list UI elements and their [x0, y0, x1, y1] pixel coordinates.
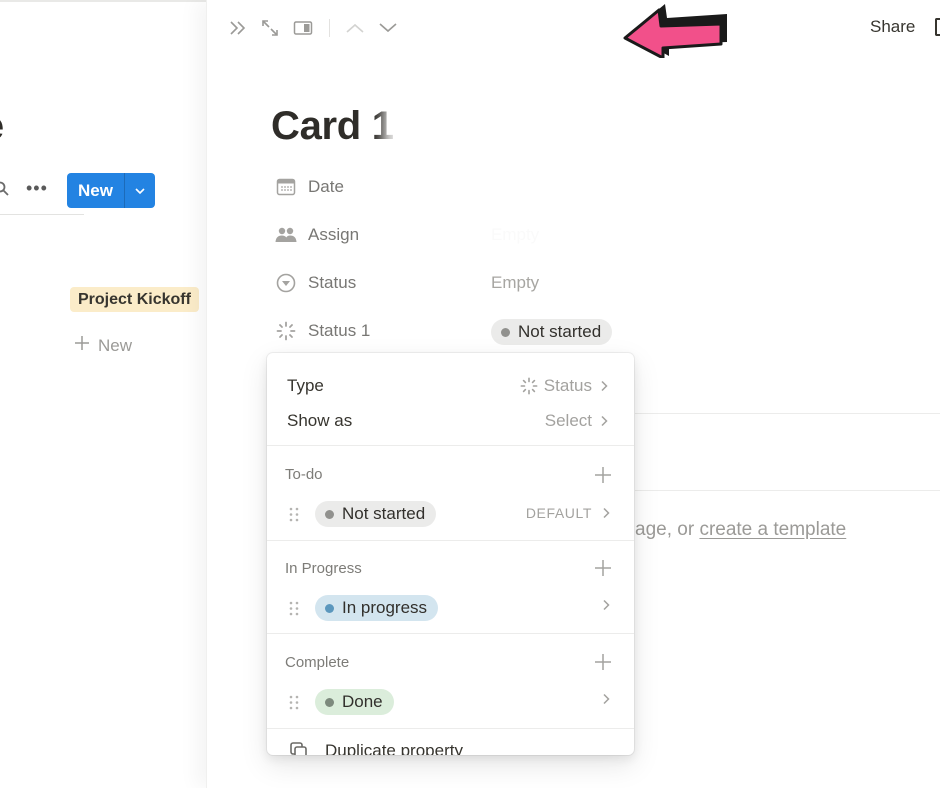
add-option-plus-icon[interactable] — [594, 653, 612, 671]
create-template-link[interactable]: create a template — [699, 519, 846, 540]
property-menu: Type Status Show as Select To-do Not sta… — [267, 353, 634, 755]
group-title-to-do: To-do — [285, 466, 323, 483]
property-label: Status 1 — [308, 321, 371, 340]
chevron-down-icon[interactable] — [125, 173, 155, 208]
menu-item-duplicate-property[interactable]: Duplicate property — [289, 741, 463, 755]
property-label: Date — [308, 177, 344, 196]
add-option-plus-icon[interactable] — [594, 466, 612, 484]
menu-divider — [267, 633, 634, 634]
people-icon — [275, 224, 297, 246]
chevron-right-icon — [601, 380, 608, 392]
option-label: Not started — [342, 504, 426, 523]
option-label: Done — [342, 692, 383, 711]
menu-item-type[interactable]: Type Status — [267, 373, 634, 399]
menu-divider — [267, 728, 634, 729]
add-new-label: New — [98, 335, 133, 355]
plus-icon — [74, 335, 90, 356]
status-pill-label: Not started — [518, 322, 602, 341]
group-title-complete: Complete — [285, 654, 350, 671]
comments-icon[interactable] — [935, 18, 940, 36]
drag-handle-icon[interactable] — [289, 507, 299, 522]
group-title-in-progress: In Progress — [285, 560, 362, 577]
menu-divider — [267, 445, 634, 446]
status-pill-not-started[interactable]: Not started — [491, 319, 613, 345]
menu-item-value: Select — [545, 411, 610, 431]
previous-page-chevron-up-icon[interactable] — [344, 17, 366, 39]
option-pill: Not started — [315, 501, 437, 527]
expand-icon[interactable] — [259, 17, 281, 39]
menu-item-value: Status — [520, 376, 610, 396]
drag-handle-icon[interactable] — [289, 601, 299, 616]
status-spinner-icon — [520, 377, 538, 395]
add-option-plus-icon[interactable] — [594, 559, 612, 577]
status-dot — [325, 603, 334, 613]
chevron-right-icon — [603, 599, 610, 611]
page-title[interactable]: Card 1 — [271, 104, 394, 149]
select-circle-icon — [275, 272, 297, 294]
side-peek-layout-icon[interactable] — [292, 17, 314, 39]
background-page: ge ••• New Project Kickoff New — [0, 0, 206, 788]
divider — [635, 413, 940, 414]
property-label: Assign — [308, 225, 360, 244]
type-value: Status — [543, 376, 592, 395]
panel-topbar: Share — [207, 0, 940, 56]
toolbar-separator — [329, 19, 330, 37]
option-row-done[interactable]: Done — [267, 687, 634, 717]
menu-item-label: Duplicate property — [325, 741, 463, 755]
status-spinner-icon — [275, 320, 297, 342]
board-card-project-kickoff[interactable]: Project Kickoff — [70, 287, 199, 312]
status-1-value[interactable]: Not started — [491, 317, 613, 347]
annotation-arrow-icon — [623, 4, 727, 58]
chevron-right-icon — [601, 415, 608, 427]
property-status-1[interactable]: Status 1 — [275, 316, 370, 346]
option-meta — [600, 599, 612, 611]
new-button[interactable]: New — [67, 173, 155, 208]
menu-divider — [267, 540, 634, 541]
menu-item-label: Type — [287, 376, 324, 395]
property-assign[interactable]: Assign — [275, 220, 359, 250]
option-meta — [600, 693, 612, 705]
duplicate-icon — [290, 742, 307, 755]
show-as-value: Select — [544, 411, 592, 430]
next-page-chevron-down-icon[interactable] — [377, 17, 399, 39]
share-button[interactable]: Share — [870, 17, 915, 37]
option-pill: In progress — [315, 595, 439, 621]
search-icon[interactable] — [0, 181, 10, 197]
divider — [0, 214, 84, 215]
option-row-not-started[interactable]: Not started DEFAULT — [267, 499, 634, 529]
calendar-icon — [275, 176, 297, 198]
status-value[interactable]: Empty — [491, 268, 539, 298]
option-pill: Done — [315, 689, 394, 715]
option-row-in-progress[interactable]: In progress — [267, 593, 634, 623]
status-dot — [501, 327, 510, 337]
chevron-right-icon — [603, 507, 610, 519]
background-page-title: ge — [0, 104, 4, 149]
add-new-card-button[interactable]: New — [74, 335, 132, 356]
divider — [635, 490, 940, 491]
menu-item-label: Show as — [287, 411, 353, 430]
status-dot — [325, 509, 334, 519]
option-label: In progress — [342, 598, 428, 617]
blurred-overlay — [383, 78, 883, 258]
more-options-icon[interactable]: ••• — [26, 178, 48, 199]
property-date[interactable]: Date — [275, 172, 344, 202]
property-label: Status — [308, 273, 357, 292]
option-meta: DEFAULT — [526, 505, 612, 521]
property-status[interactable]: Status — [275, 268, 356, 298]
drag-handle-icon[interactable] — [289, 695, 299, 710]
default-badge: DEFAULT — [525, 505, 592, 521]
close-peek-double-chevron-icon[interactable] — [227, 17, 249, 39]
template-hint: age, or create a template — [635, 519, 846, 541]
new-button-label[interactable]: New — [67, 173, 125, 208]
status-dot — [325, 697, 334, 707]
menu-item-show-as[interactable]: Show as Select — [267, 408, 634, 434]
chevron-right-icon — [603, 693, 610, 705]
template-hint-prefix: age, or — [635, 519, 700, 540]
